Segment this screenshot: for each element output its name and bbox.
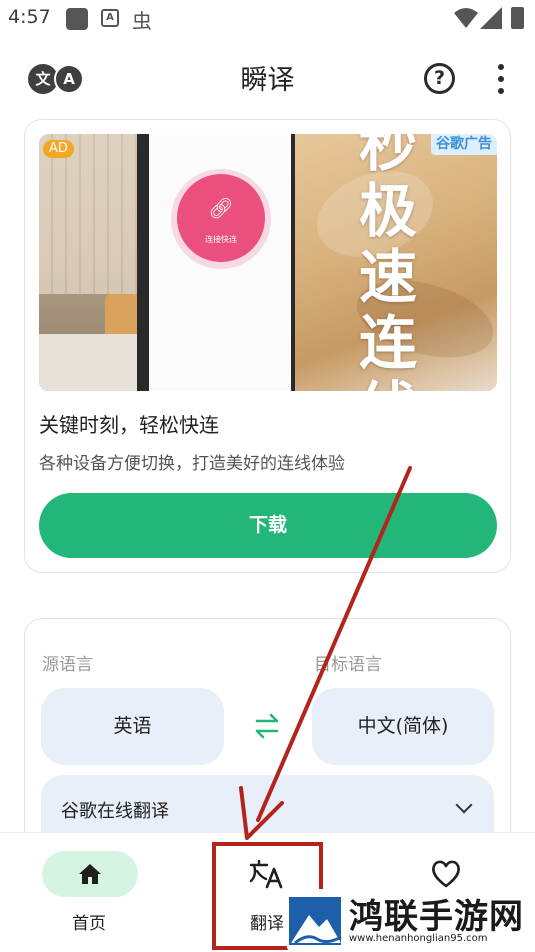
app-bar: 文 A 瞬译 ? [0,44,535,110]
link-icon: 🔗︎ [208,196,234,220]
more-options-icon[interactable] [497,64,505,94]
engine-label: 谷歌在线翻译 [61,801,169,822]
status-bar: 4:57 A 虫 [0,0,535,38]
watermark-url: www.henanhonglian95.com [349,933,488,944]
home-icon [79,864,101,884]
ad-connect-text: 连接快连 [205,235,237,244]
nav-item-home[interactable]: 首页 [0,833,178,952]
ad-image-text: 秒极速连线 [359,134,418,391]
ad-image[interactable]: 🔗︎ 连接快连 秒极速连线 AD 谷歌广告 [39,134,497,391]
notification-square-icon [66,8,88,30]
signal-icon [480,7,502,29]
active-indicator [42,851,138,897]
nav-label-home: 首页 [72,914,106,934]
help-icon[interactable]: ? [424,63,455,94]
google-ad-label[interactable]: 谷歌广告 [431,134,497,155]
source-language-button[interactable]: 英语 [41,688,224,765]
chevron-down-icon [455,796,473,814]
ad-card[interactable]: 🔗︎ 连接快连 秒极速连线 AD 谷歌广告 关键时刻，轻松快连 各种设备方便切换… [24,119,511,573]
heart-icon [432,860,460,888]
ad-title: 关键时刻，轻松快连 [39,413,219,437]
a-box-icon: A [101,9,119,27]
wifi-icon [454,8,478,28]
ad-right-photo: 秒极速连线 [295,134,497,391]
target-language-label: 目标语言 [314,655,382,675]
watermark-title: 鸿联手游网 [349,897,524,937]
watermark-logo-icon [289,897,342,945]
ad-connect-circle: 🔗︎ 连接快连 [177,174,265,262]
target-language-button[interactable]: 中文(简体) [312,688,494,765]
ad-phone-screen: 🔗︎ 连接快连 [149,134,291,391]
status-time: 4:57 [8,6,51,28]
translation-card: 源语言 目标语言 英语 中文(简体) 谷歌在线翻译 [24,618,511,868]
ad-description: 各种设备方便切换，打造美好的连线体验 [39,454,345,474]
ad-left-photo [39,134,147,391]
source-language-label: 源语言 [42,655,93,675]
bug-icon: 虫 [132,9,152,33]
ad-badge: AD [43,140,74,158]
download-button[interactable]: 下载 [39,493,497,558]
watermark: 鸿联手游网 www.henanhonglian95.com [287,889,527,951]
battery-icon [511,7,524,29]
swap-languages-icon[interactable] [251,711,283,741]
